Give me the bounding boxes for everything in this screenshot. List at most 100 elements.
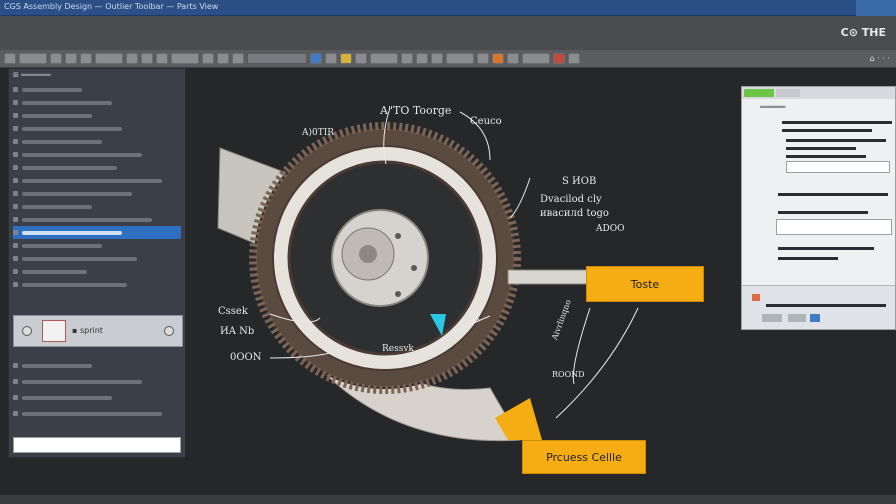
property-input[interactable] xyxy=(786,161,890,173)
tree-item-label xyxy=(22,87,82,92)
measure-icon[interactable] xyxy=(401,53,413,64)
pan-icon[interactable] xyxy=(232,53,244,64)
view-button[interactable] xyxy=(171,53,199,64)
tree-item-label xyxy=(22,100,112,105)
light-icon[interactable] xyxy=(477,53,489,64)
tree-item-selected[interactable] xyxy=(13,226,181,239)
stop-icon[interactable] xyxy=(553,53,565,64)
select-icon[interactable] xyxy=(310,53,322,64)
help-icon[interactable] xyxy=(568,53,580,64)
render-button[interactable] xyxy=(446,53,474,64)
tab-active[interactable] xyxy=(744,89,774,97)
tree-item-label xyxy=(22,243,102,248)
annotation-center-small: Ressvk xyxy=(382,344,414,354)
camera-icon[interactable] xyxy=(507,53,519,64)
bolt-hole xyxy=(395,291,401,297)
annotation-mid-4: ADOO xyxy=(596,224,625,234)
node-icon xyxy=(13,152,18,157)
bolt-hole xyxy=(395,233,401,239)
node-icon xyxy=(13,126,18,131)
tree-item[interactable] xyxy=(13,109,181,122)
window-title: CGS Assembly Design — Outlier Toolbar — … xyxy=(4,2,219,11)
tree-item[interactable] xyxy=(13,96,181,109)
search-icon[interactable] xyxy=(325,53,337,64)
footer-button-primary[interactable] xyxy=(810,314,820,322)
material-icon[interactable] xyxy=(492,53,504,64)
layers-icon[interactable] xyxy=(431,53,443,64)
tree-item[interactable] xyxy=(13,407,183,420)
annotation-left-c: 0OON xyxy=(230,352,262,363)
callout-process[interactable]: Prcuess Cellle xyxy=(522,440,646,474)
title-bar: CGS Assembly Design — Outlier Toolbar — … xyxy=(0,0,896,16)
window-controls[interactable] xyxy=(856,0,896,16)
property-row xyxy=(786,155,866,158)
node-icon xyxy=(13,139,18,144)
grid-icon[interactable] xyxy=(355,53,367,64)
footer-button[interactable] xyxy=(762,314,782,322)
radio-icon[interactable] xyxy=(22,326,32,336)
annotation-left-top: A)0TIR xyxy=(302,128,335,138)
annotation-gear-right: Ceuco xyxy=(470,116,502,127)
tree-item[interactable] xyxy=(13,213,181,226)
callout-toste-label: Toste xyxy=(630,277,660,291)
footer-button[interactable] xyxy=(788,314,806,322)
properties-tabs xyxy=(742,87,895,99)
property-row xyxy=(778,247,874,250)
tools-button[interactable] xyxy=(370,53,398,64)
node-icon xyxy=(13,243,18,248)
tree-item[interactable] xyxy=(13,200,181,213)
property-input[interactable] xyxy=(776,219,892,235)
zoom-icon[interactable] xyxy=(202,53,214,64)
tab-inactive[interactable] xyxy=(776,89,800,97)
close-icon[interactable] xyxy=(164,326,174,336)
open-button[interactable] xyxy=(19,53,47,64)
tree-item[interactable] xyxy=(13,135,181,148)
callout-toste[interactable]: Toste xyxy=(586,266,704,302)
undo-icon[interactable] xyxy=(80,53,92,64)
gear-icon[interactable] xyxy=(416,53,428,64)
cut-icon[interactable] xyxy=(126,53,138,64)
viewport-canvas[interactable]: A"TO Toorge Ceuco A)0TIR S ИОВ Dvacilod … xyxy=(190,68,738,492)
tree-item[interactable] xyxy=(13,122,181,135)
rotate-icon[interactable] xyxy=(217,53,229,64)
tree-item-label xyxy=(22,379,142,384)
tree-item[interactable] xyxy=(13,161,181,174)
highlight-icon[interactable] xyxy=(340,53,352,64)
command-input[interactable] xyxy=(13,437,181,453)
file-card[interactable]: ▪ sprint xyxy=(13,315,183,347)
folder-icon[interactable] xyxy=(50,53,62,64)
tree-item[interactable] xyxy=(13,391,183,404)
status-bar xyxy=(0,494,896,504)
tree-item[interactable] xyxy=(13,265,181,278)
tree-item-label xyxy=(22,269,87,274)
main-toolbar: ⌂ · · · xyxy=(0,50,896,68)
node-icon xyxy=(13,113,18,118)
save-icon[interactable] xyxy=(65,53,77,64)
tree-item-label xyxy=(22,395,112,400)
tree-item[interactable] xyxy=(13,187,181,200)
tree-item-label xyxy=(22,411,162,416)
tree-item[interactable] xyxy=(13,375,183,388)
tree-item[interactable] xyxy=(13,278,181,291)
tree-item[interactable] xyxy=(13,252,181,265)
tree-item[interactable] xyxy=(13,148,181,161)
property-row xyxy=(778,211,868,214)
export-button[interactable] xyxy=(522,53,550,64)
property-row xyxy=(782,121,892,124)
new-file-icon[interactable] xyxy=(4,53,16,64)
property-row xyxy=(778,257,838,260)
tree-item-label xyxy=(22,191,132,196)
node-icon xyxy=(13,230,18,235)
property-row xyxy=(778,193,888,196)
color-swatch[interactable] xyxy=(752,294,760,301)
tree-item[interactable] xyxy=(13,239,181,252)
tree-item[interactable] xyxy=(13,359,183,372)
tree-item[interactable] xyxy=(13,174,181,187)
paste-icon[interactable] xyxy=(156,53,168,64)
node-icon xyxy=(13,269,18,274)
file-card-label: ▪ sprint xyxy=(72,326,103,335)
tree-item[interactable] xyxy=(13,83,181,96)
toolbar-dropdown[interactable] xyxy=(247,53,307,64)
copy-icon[interactable] xyxy=(141,53,153,64)
edit-button[interactable] xyxy=(95,53,123,64)
